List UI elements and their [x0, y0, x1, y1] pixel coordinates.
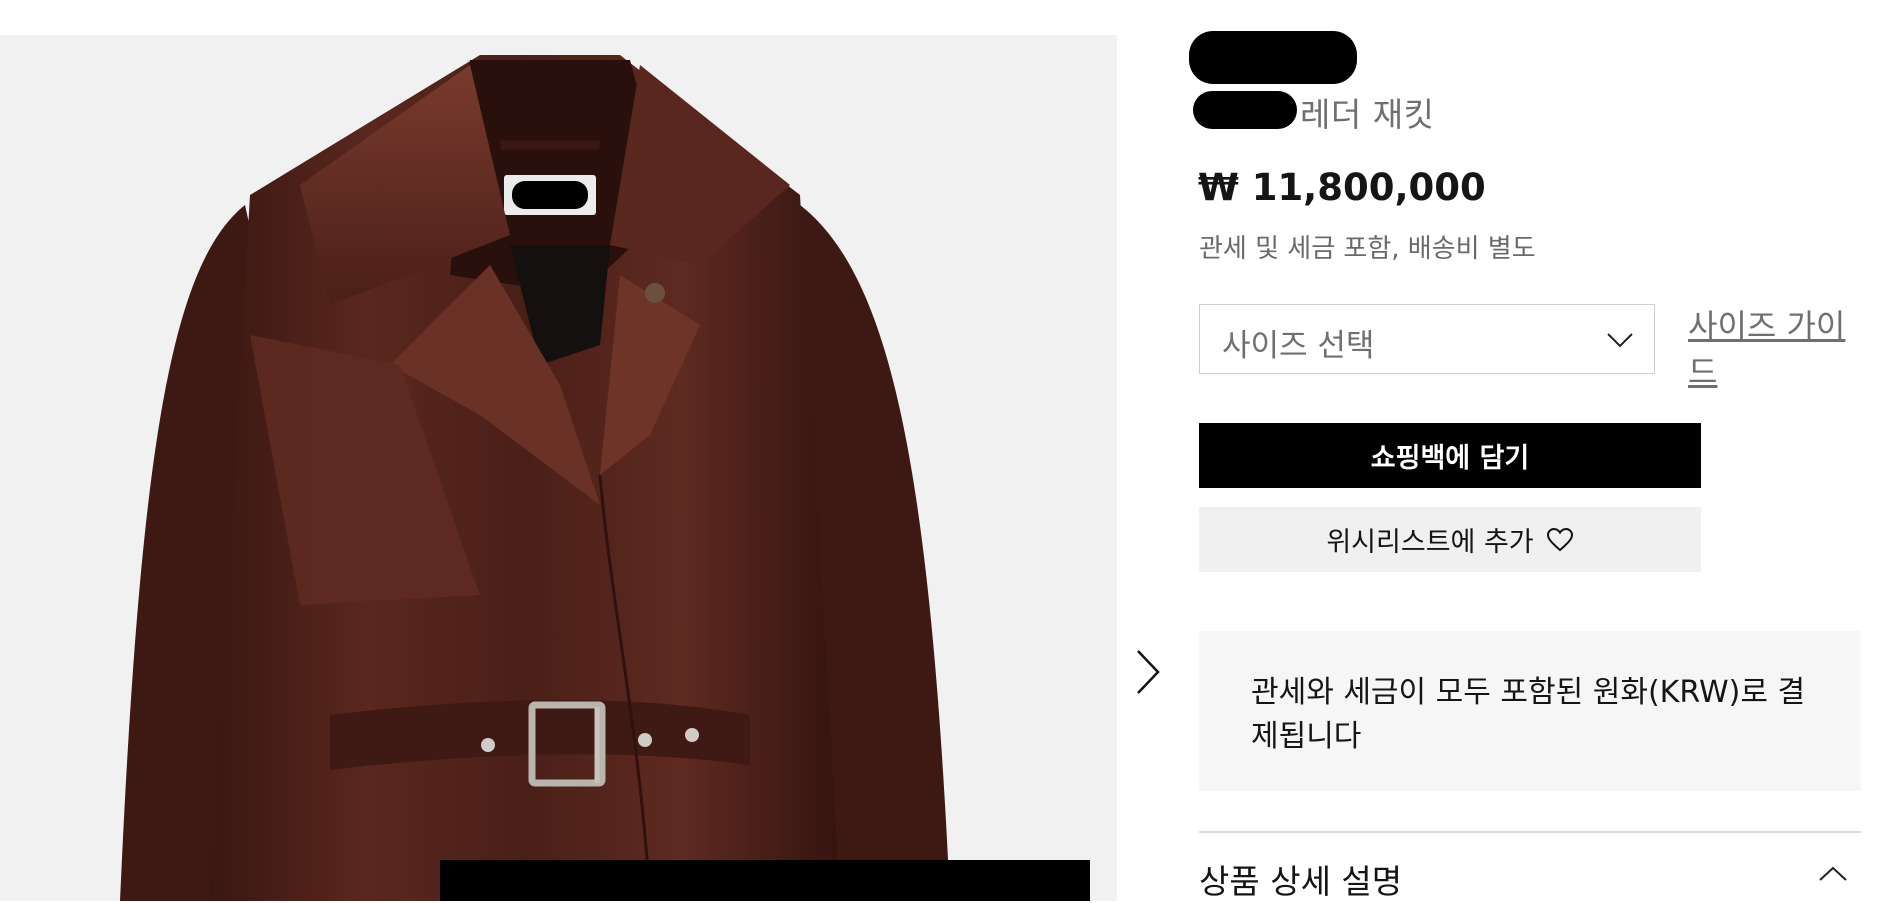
wishlist-label: 위시리스트에 추가 [1326, 527, 1534, 558]
heart-outline-icon [1546, 527, 1573, 551]
size-select[interactable]: 사이즈 선택 [1199, 304, 1655, 374]
size-guide-link[interactable]: 사이즈 가이드 [1688, 303, 1858, 395]
product-image[interactable] [0, 35, 1117, 901]
product-name: 레더 재킷 [1300, 95, 1435, 134]
add-to-bag-button[interactable]: 쇼핑백에 담기 [1199, 423, 1701, 488]
chevron-up-icon[interactable] [1818, 866, 1848, 882]
chevron-down-icon [1607, 333, 1633, 348]
tax-note: 관세 및 세금 포함, 배송비 별도 [1199, 234, 1536, 264]
currency-notice-text: 관세와 세금이 모두 포함된 원화(KRW)로 결제됩니다 [1251, 675, 1806, 754]
product-price: ₩ 11,800,000 [1198, 166, 1486, 209]
add-to-bag-label: 쇼핑백에 담기 [1370, 443, 1530, 474]
divider [1199, 831, 1861, 833]
product-details-heading[interactable]: 상품 상세 설명 [1199, 855, 1402, 903]
product-name-prefix-redacted [1193, 91, 1297, 129]
add-to-wishlist-button[interactable]: 위시리스트에 추가 [1199, 507, 1701, 572]
brand-name-redacted [1189, 31, 1357, 84]
currency-notice: 관세와 세금이 모두 포함된 원화(KRW)로 결제됩니다 [1199, 631, 1861, 791]
size-select-label: 사이즈 선택 [1222, 328, 1375, 364]
leather-coat-illustration [120, 55, 1090, 901]
chevron-right-icon [1137, 650, 1160, 694]
gallery-next-button[interactable] [1128, 642, 1168, 702]
